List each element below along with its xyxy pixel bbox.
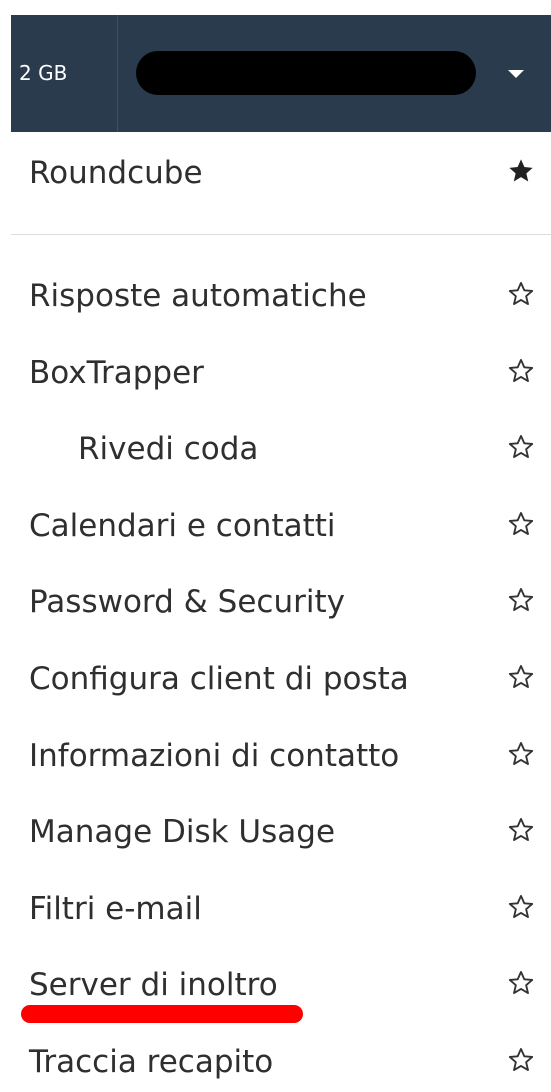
menu-item-label: Password & Security	[29, 584, 345, 621]
menu-item-label: Rivedi coda	[78, 431, 259, 468]
menu-item-label: BoxTrapper	[29, 354, 204, 391]
disk-quota: 2 GB	[19, 61, 68, 85]
menu-item-password-security[interactable]: Password & Security	[11, 572, 551, 632]
menu-panel: Roundcube Risposte automatiche BoxTrapper…	[11, 132, 551, 1085]
star-outline-icon[interactable]	[507, 280, 535, 308]
menu-divider	[11, 234, 551, 235]
menu-item-informazioni-di-contatto[interactable]: Informazioni di contatto	[11, 726, 551, 786]
star-outline-icon[interactable]	[507, 357, 535, 385]
chevron-down-icon[interactable]	[508, 70, 524, 78]
star-outline-icon[interactable]	[507, 969, 535, 997]
menu-item-calendari-e-contatti[interactable]: Calendari e contatti	[11, 496, 551, 556]
menu-item-roundcube[interactable]: Roundcube	[11, 143, 551, 203]
menu-item-label: Configura client di posta	[29, 661, 409, 697]
top-bar: 2 GB	[11, 15, 551, 132]
menu-item-traccia-recapito[interactable]: Traccia recapito	[11, 1032, 551, 1092]
menu-item-configura-client-di-posta[interactable]: Configura client di posta	[11, 649, 551, 709]
star-outline-icon[interactable]	[507, 1046, 535, 1074]
menu-item-label: Filtri e-mail	[29, 890, 202, 927]
star-outline-icon[interactable]	[507, 893, 535, 921]
menu-item-label: Risposte automatiche	[29, 278, 367, 314]
star-outline-icon[interactable]	[507, 510, 535, 538]
menu-item-risposte-automatiche[interactable]: Risposte automatiche	[11, 266, 551, 326]
menu-item-label: Manage Disk Usage	[29, 814, 336, 851]
star-outline-icon[interactable]	[507, 433, 535, 461]
menu-item-boxtrapper[interactable]: BoxTrapper	[11, 343, 551, 403]
star-outline-icon[interactable]	[507, 740, 535, 768]
menu-item-filtri-e-mail[interactable]: Filtri e-mail	[11, 879, 551, 939]
star-outline-icon[interactable]	[507, 816, 535, 844]
menu-item-rivedi-coda[interactable]: Rivedi coda	[11, 419, 551, 479]
menu-item-manage-disk-usage[interactable]: Manage Disk Usage	[11, 802, 551, 862]
menu-item-label: Traccia recapito	[29, 1044, 274, 1080]
menu-item-label: Roundcube	[29, 155, 203, 191]
menu-item-label: Informazioni di contatto	[29, 737, 400, 774]
header-separator	[117, 15, 118, 132]
star-outline-icon[interactable]	[507, 586, 535, 614]
red-underline-annotation	[21, 1005, 303, 1023]
star-outline-icon[interactable]	[507, 663, 535, 691]
account-selector-redacted[interactable]	[136, 51, 476, 95]
star-filled-icon[interactable]	[507, 157, 535, 185]
menu-item-label: Calendari e contatti	[29, 507, 336, 544]
